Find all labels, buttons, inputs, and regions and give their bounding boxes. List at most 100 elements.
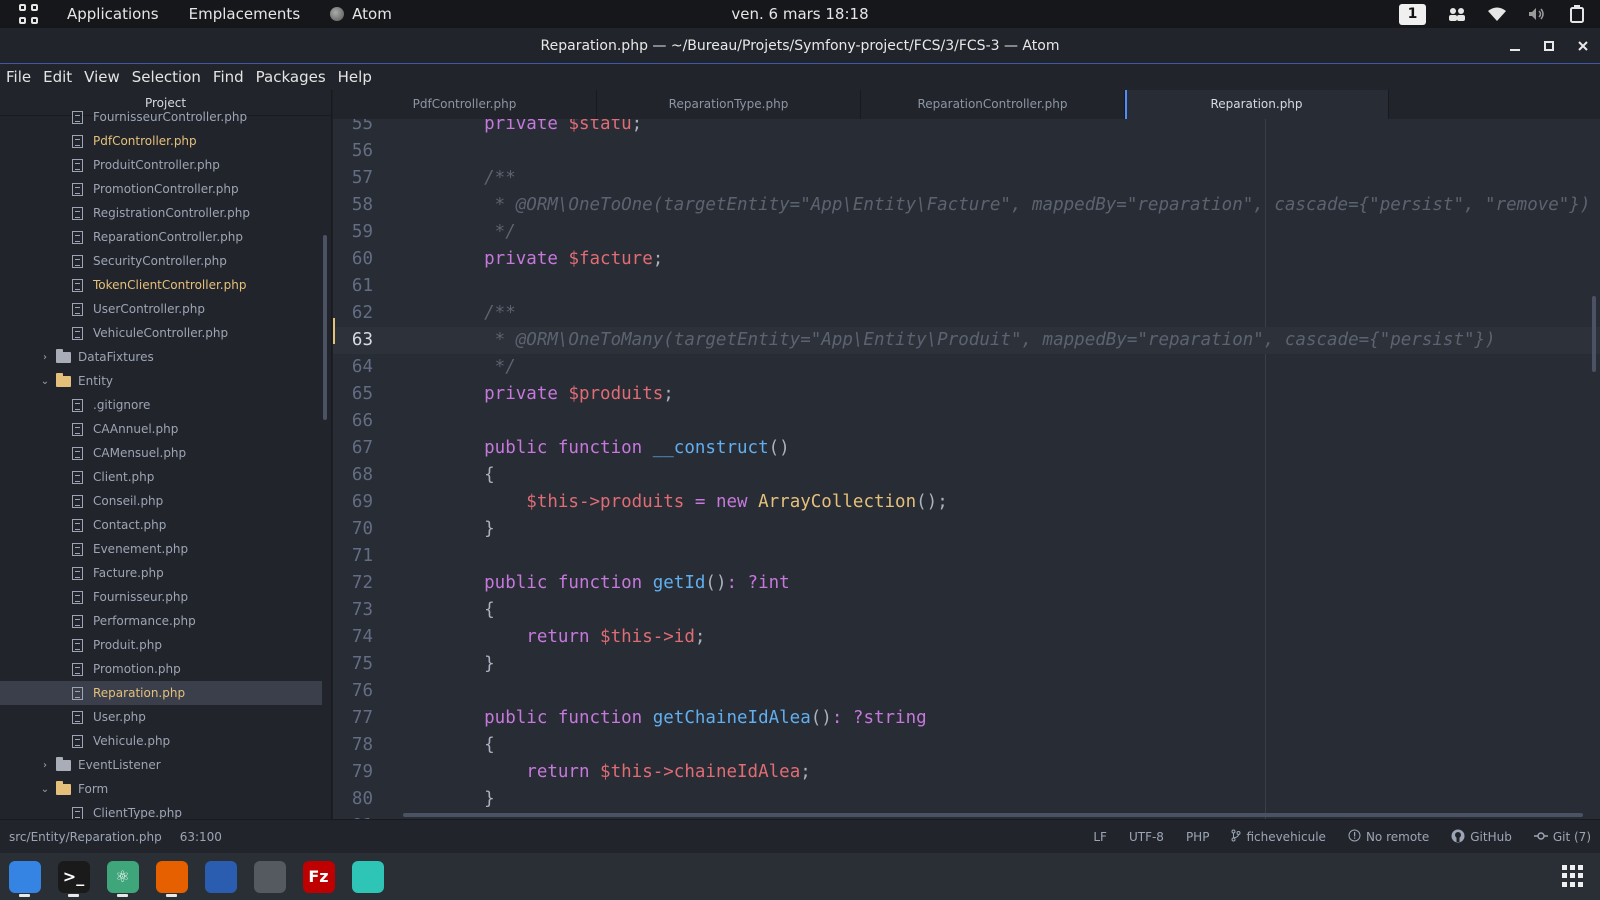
tree-file[interactable]: Facture.php (0, 561, 322, 585)
people-icon[interactable] (1448, 5, 1466, 23)
editor-tab[interactable]: ReparationType.php (597, 90, 861, 119)
line-number[interactable]: 66 (333, 408, 373, 435)
line-number[interactable]: 75 (333, 651, 373, 678)
minimize-icon[interactable] (1508, 39, 1522, 53)
chevron-down-icon[interactable]: ⌄ (38, 376, 52, 387)
active-app-menu[interactable]: Atom (330, 5, 392, 23)
tree-file[interactable]: Vehicule.php (0, 729, 322, 753)
line-number[interactable]: 76 (333, 678, 373, 705)
tree-file[interactable]: Evenement.php (0, 537, 322, 561)
code-line[interactable]: 73 { (333, 597, 1600, 624)
code-line[interactable]: 71 (333, 543, 1600, 570)
line-number[interactable]: 77 (333, 705, 373, 732)
tree-file[interactable]: Client.php (0, 465, 322, 489)
tree-file[interactable]: ReparationController.php (0, 225, 322, 249)
code-line[interactable]: 55 private $statu; (333, 119, 1600, 138)
tree-file[interactable]: .gitignore (0, 393, 322, 417)
tree-file[interactable]: Conseil.php (0, 489, 322, 513)
code-line[interactable]: 61 (333, 273, 1600, 300)
code-line[interactable]: 70 } (333, 516, 1600, 543)
tree-file[interactable]: PdfController.php (0, 129, 322, 153)
code-line[interactable]: 80 } (333, 786, 1600, 813)
tree-scrollbar[interactable] (323, 235, 327, 420)
line-number[interactable]: 58 (333, 192, 373, 219)
code-line[interactable]: 60 private $facture; (333, 246, 1600, 273)
dock-app-robot[interactable] (245, 853, 294, 900)
line-number[interactable]: 65 (333, 381, 373, 408)
tree-file[interactable]: Produit.php (0, 633, 322, 657)
tree-folder[interactable]: › DataFixtures (0, 345, 322, 369)
line-number[interactable]: 57 (333, 165, 373, 192)
code-line[interactable]: 59 */ (333, 219, 1600, 246)
status-branch[interactable]: fichevehicule (1231, 829, 1326, 845)
code-line[interactable]: 63 * @ORM\OneToMany(targetEntity="App\En… (333, 327, 1600, 354)
tree-file[interactable]: RegistrationController.php (0, 201, 322, 225)
code-line[interactable]: 67 public function __construct() (333, 435, 1600, 462)
tree-file[interactable]: FournisseurController.php (0, 105, 322, 129)
dock-app-filezilla[interactable]: Fz (294, 853, 343, 900)
tree-file[interactable]: PromotionController.php (0, 177, 322, 201)
tree-file[interactable]: Performance.php (0, 609, 322, 633)
line-number[interactable]: 64 (333, 354, 373, 381)
line-number[interactable]: 74 (333, 624, 373, 651)
status-remote[interactable]: No remote (1348, 829, 1429, 845)
code-line[interactable]: 75 } (333, 651, 1600, 678)
editor-horizontal-scrollbar[interactable] (403, 813, 1583, 817)
tree-file[interactable]: Promotion.php (0, 657, 322, 681)
line-number[interactable]: 71 (333, 543, 373, 570)
tree-file[interactable]: Contact.php (0, 513, 322, 537)
menu-help[interactable]: Help (332, 68, 378, 86)
code-line[interactable]: 68 { (333, 462, 1600, 489)
chevron-right-icon[interactable]: › (38, 760, 52, 771)
chevron-down-icon[interactable]: ⌄ (38, 784, 52, 795)
code-line[interactable]: 58 * @ORM\OneToOne(targetEntity="App\Ent… (333, 192, 1600, 219)
dock-app-atom[interactable]: ⚛ (98, 853, 147, 900)
editor-tab[interactable]: PdfController.php (333, 90, 597, 119)
tree-file[interactable]: VehiculeController.php (0, 321, 322, 345)
line-number[interactable]: 69 (333, 489, 373, 516)
line-number[interactable]: 62 (333, 300, 373, 327)
status-github[interactable]: GitHub (1451, 829, 1512, 846)
code-line[interactable]: 74 return $this->id; (333, 624, 1600, 651)
dock-app-monitor[interactable] (196, 853, 245, 900)
code-line[interactable]: 79 return $this->chaineIdAlea; (333, 759, 1600, 786)
tree-file[interactable]: User.php (0, 705, 322, 729)
status-cursor-position[interactable]: 63:100 (180, 830, 222, 844)
workspace-indicator[interactable]: 1 (1399, 3, 1426, 25)
code-line[interactable]: 69 $this->produits = new ArrayCollection… (333, 489, 1600, 516)
show-apps-grid-icon[interactable] (1562, 865, 1584, 887)
status-line-ending[interactable]: LF (1093, 830, 1107, 844)
code-line[interactable]: 62 /** (333, 300, 1600, 327)
line-number[interactable]: 60 (333, 246, 373, 273)
status-file-path[interactable]: src/Entity/Reparation.php (9, 830, 162, 844)
code-line[interactable]: 64 */ (333, 354, 1600, 381)
dock-app-files[interactable] (0, 853, 49, 900)
line-number[interactable]: 63 (333, 327, 373, 354)
line-number[interactable]: 61 (333, 273, 373, 300)
dock-app-terminal[interactable]: >_ (49, 853, 98, 900)
code-line[interactable]: 72 public function getId(): ?int (333, 570, 1600, 597)
line-number[interactable]: 55 (333, 119, 373, 138)
line-number[interactable]: 72 (333, 570, 373, 597)
status-encoding[interactable]: UTF-8 (1129, 830, 1164, 844)
menu-find[interactable]: Find (207, 68, 250, 86)
tree-file[interactable]: Reparation.php (0, 681, 322, 705)
places-menu[interactable]: Emplacements (189, 5, 301, 23)
code-line[interactable]: 78 { (333, 732, 1600, 759)
tree-file[interactable]: CAMensuel.php (0, 441, 322, 465)
code-line[interactable]: 65 private $produits; (333, 381, 1600, 408)
editor-vertical-scrollbar[interactable] (1592, 296, 1596, 372)
menu-edit[interactable]: Edit (37, 68, 78, 86)
tree-file[interactable]: CAAnnuel.php (0, 417, 322, 441)
applications-menu[interactable]: Applications (67, 5, 159, 23)
status-grammar[interactable]: PHP (1186, 830, 1210, 844)
line-number[interactable]: 80 (333, 786, 373, 813)
code-line[interactable]: 66 (333, 408, 1600, 435)
wifi-icon[interactable] (1488, 5, 1506, 23)
tree-file[interactable]: SecurityController.php (0, 249, 322, 273)
line-number[interactable]: 70 (333, 516, 373, 543)
menu-packages[interactable]: Packages (250, 68, 332, 86)
menu-view[interactable]: View (78, 68, 126, 86)
dock-app-firefox[interactable] (147, 853, 196, 900)
dock-app-mail[interactable] (343, 853, 392, 900)
